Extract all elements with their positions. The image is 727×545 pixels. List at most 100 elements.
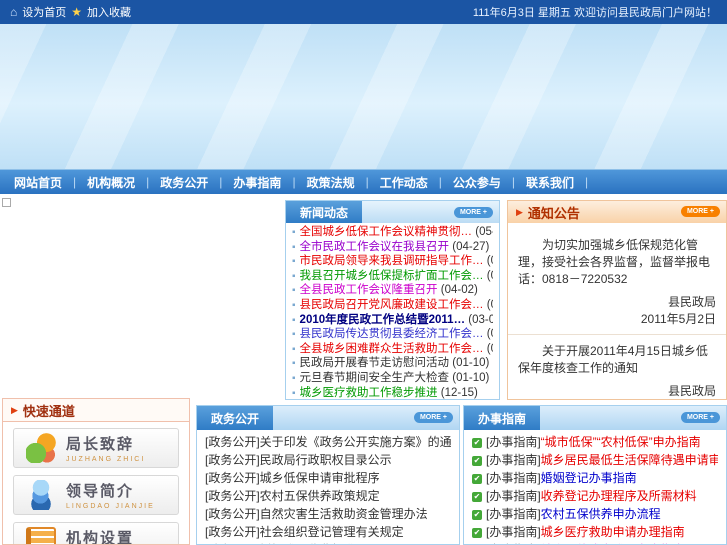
news-item[interactable]: 民政局开展春节走访慰问活动 (01-10) (292, 356, 493, 371)
guide-panel: 办事指南 MORE + [办事指南]“城市低保”“农村低保”申办指南 [办事指南… (463, 405, 727, 545)
add-favorite-link[interactable]: 加入收藏 (87, 4, 131, 20)
quick-link-label: 局长致辞 (66, 436, 135, 453)
news-item[interactable]: 城乡医疗救助工作稳步推进 (12-15) (292, 386, 493, 399)
news-item-title: 元旦春节期间安全生产大检查 (299, 371, 450, 384)
quick-link-icon (26, 480, 56, 510)
guide-item-title: 城乡医疗救助申请办理指南 (540, 525, 685, 539)
guide-item[interactable]: [办事指南]城乡医疗救助申请办理指南 (472, 523, 718, 541)
news-more-button[interactable]: MORE + (453, 207, 493, 218)
gov-open-item-title: 社会组织登记管理有关规定 (259, 525, 404, 539)
notice-entry[interactable]: 关于开展2011年4月15日城乡低保年度核查工作的通知 县民政局 2011年4月… (508, 335, 726, 399)
news-item-title: 全县民政工作会议隆重召开 (299, 284, 438, 297)
guide-item-prefix: [办事指南] (486, 507, 541, 521)
gov-open-item[interactable]: [政务公开]关于印发《政务公开实施方案》的通知 (205, 433, 451, 451)
guide-item-prefix: [办事指南] (486, 525, 541, 539)
quick-links-title: 快速通道 (22, 403, 75, 419)
guide-item[interactable]: [办事指南]“城市低保”“农村低保”申办指南 (472, 433, 718, 451)
quick-links-header: 快速通道 (3, 399, 189, 422)
guide-item[interactable]: [办事指南]社会团体成立登记办事指南 (472, 541, 718, 544)
quick-link-button[interactable]: 局长致辞 JUZHANG ZHICI (13, 428, 179, 468)
nav-item[interactable]: 政策法规 (307, 174, 380, 191)
gov-open-item[interactable]: [政务公开]自然灾害生活救助资金管理办法 (205, 505, 451, 523)
nav-item[interactable]: 工作动态 (380, 174, 453, 191)
check-icon (472, 492, 482, 502)
notice-title: 通知公告 (527, 205, 580, 221)
bullet-icon (292, 373, 296, 384)
bullet-icon (292, 242, 296, 253)
nav-item[interactable]: 联系我们 (526, 174, 599, 191)
quick-link-button[interactable]: 领导简介 LINGDAO JIANJIE (13, 475, 179, 515)
quick-link-button[interactable]: 机构设置 JIGOU SEZHI (13, 522, 179, 545)
news-item[interactable]: 全市民政工作会议在我县召开 (04-27) (292, 240, 493, 255)
nav-item[interactable]: 办事指南 (233, 174, 306, 191)
guide-item[interactable]: [办事指南]城乡居民最低生活保障待遇申请审批所需材… (472, 451, 718, 469)
news-item[interactable]: 我县召开城乡低保提标扩面工作会… (04-03) (292, 269, 493, 284)
news-list: 全国城乡低保工作会议精神贯彻… (05-25) 全市民政工作会议在我县召开 (0… (286, 225, 499, 399)
notice-entry-date: 2011年5月2日 (640, 312, 716, 326)
news-item-date: (12-15) (440, 386, 478, 399)
notice-entry[interactable]: 为切实加强城乡低保规范化管理，接受社会各界监督，监督举报电话：0818－7220… (508, 229, 726, 335)
news-item[interactable]: 2010年度民政工作总结暨2011… (03-08) (292, 313, 493, 328)
nav-item[interactable]: 政务公开 (160, 174, 233, 191)
notice-entry-source: 县民政局 (667, 384, 716, 398)
news-header: 新闻动态 MORE + (286, 201, 499, 223)
bullet-icon (292, 256, 296, 267)
bullet-icon (292, 300, 296, 311)
nav-item[interactable]: 网站首页 (14, 174, 87, 191)
notice-more-button[interactable]: MORE + (680, 206, 720, 217)
nav-item-label: 联系我们 (525, 175, 574, 190)
gov-open-item[interactable]: [政务公开]城乡低保申请审批程序 (205, 469, 451, 487)
nav-item-label: 办事指南 (233, 175, 282, 190)
quick-link-label: 机构设置 (66, 530, 135, 545)
gov-open-item[interactable]: [政务公开]婚姻登记收费标准公示 (205, 541, 451, 544)
news-item[interactable]: 县民政局召开党风廉政建设工作会… (04-02) (292, 298, 493, 313)
set-home-link[interactable]: 设为首页 (22, 4, 66, 20)
news-item[interactable]: 全国城乡低保工作会议精神贯彻… (05-25) (292, 225, 493, 240)
news-item-date: (04-02) (440, 284, 478, 297)
guide-item[interactable]: [办事指南]婚姻登记办事指南 (472, 469, 718, 487)
arrow-icon (11, 405, 18, 416)
news-item-date: (04-20) (486, 255, 493, 268)
gov-open-item-title: 民政局行政职权目录公示 (259, 453, 392, 467)
nav-item[interactable]: 机构概况 (87, 174, 160, 191)
notice-list: 为切实加强城乡低保规范化管理，接受社会各界监督，监督举报电话：0818－7220… (508, 223, 726, 399)
quick-link-label: 领导简介 (66, 483, 135, 500)
news-item-date: (02-21) (486, 328, 493, 341)
notice-entry-source: 县民政局 (667, 295, 716, 309)
bullet-icon (292, 344, 296, 355)
news-item-date: (02-21) (486, 342, 493, 355)
news-item-title: 县民政局召开党风廉政建设工作会… (299, 298, 484, 311)
news-item-title: 市民政局领导来我县调研指导工作… (299, 255, 484, 268)
gov-open-item-prefix: [政务公开] (205, 471, 260, 485)
news-item-date: (01-10) (452, 371, 490, 384)
quick-link-texts: 领导简介 LINGDAO JIANJIE (66, 480, 155, 510)
news-item-date: (04-02) (486, 298, 493, 311)
nav-item-label: 政务公开 (160, 175, 209, 190)
news-item[interactable]: 县民政局传达贯彻县委经济工作会… (02-21) (292, 327, 493, 342)
gov-open-item-prefix: [政务公开] (205, 507, 260, 521)
guide-more-button[interactable]: MORE + (680, 412, 720, 423)
notice-entry-text: 为切实加强城乡低保规范化管理，接受社会各界监督，监督举报电话：0818－7220… (518, 238, 711, 286)
gov-open-item[interactable]: [政务公开]民政局行政职权目录公示 (205, 451, 451, 469)
news-item[interactable]: 全县民政工作会议隆重召开 (04-02) (292, 283, 493, 298)
bullet-icon (292, 271, 296, 282)
topbar: 设为首页 加入收藏 111年6月3日 星期五 欢迎访问县民政局门户网站！ (0, 0, 727, 24)
news-item-title: 城乡医疗救助工作稳步推进 (299, 386, 438, 399)
news-item[interactable]: 元旦春节期间安全生产大检查 (01-10) (292, 371, 493, 386)
quick-link-pinyin: JUZHANG ZHICI (66, 456, 146, 463)
guide-item-prefix: [办事指南] (486, 453, 541, 467)
guide-item[interactable]: [办事指南]农村五保供养申办流程 (472, 505, 718, 523)
news-item[interactable]: 全县城乡困难群众生活救助工作会… (02-21) (292, 342, 493, 357)
gov-open-item[interactable]: [政务公开]社会组织登记管理有关规定 (205, 523, 451, 541)
check-icon (472, 510, 482, 520)
quick-link-icon (26, 433, 56, 463)
gov-open-item[interactable]: [政务公开]农村五保供养政策规定 (205, 487, 451, 505)
nav-item[interactable]: 公众参与 (453, 174, 526, 191)
gov-open-more-button[interactable]: MORE + (413, 412, 453, 423)
news-item-date: (05-25) (475, 226, 493, 238)
bullet-icon (292, 329, 296, 340)
gov-open-item-title: 农村五保供养政策规定 (259, 489, 380, 503)
news-item[interactable]: 市民政局领导来我县调研指导工作… (04-20) (292, 254, 493, 269)
notice-panel: 通知公告 MORE + 为切实加强城乡低保规范化管理，接受社会各界监督，监督举报… (507, 200, 727, 400)
guide-item[interactable]: [办事指南]收养登记办理程序及所需材料 (472, 487, 718, 505)
